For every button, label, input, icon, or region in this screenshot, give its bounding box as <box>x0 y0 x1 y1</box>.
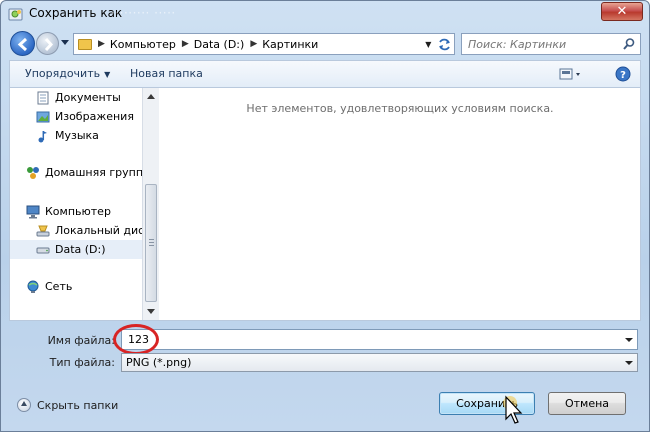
breadcrumb-pictures-folder[interactable]: ▶ Картинки <box>244 38 318 51</box>
command-toolbar: Упорядочить ▼ Новая папка ? <box>9 60 641 87</box>
file-list[interactable]: Нет элементов, удовлетворяющих условиям … <box>160 88 640 320</box>
search-box[interactable] <box>461 33 641 55</box>
svg-text:?: ? <box>620 70 626 81</box>
local-disk-icon <box>36 225 50 236</box>
filename-label: Имя файла: <box>47 334 115 347</box>
search-input[interactable] <box>466 35 616 53</box>
network-icon <box>27 280 39 293</box>
nav-item-network[interactable]: Сеть <box>10 277 142 296</box>
title-bar: Сохранить как ········· ····· ✕ <box>1 1 649 27</box>
refresh-icon[interactable] <box>438 38 451 51</box>
filetype-value: PNG (*.png) <box>126 356 192 369</box>
documents-icon <box>37 91 49 104</box>
window-title: Сохранить как <box>29 6 123 20</box>
scroll-down-icon[interactable] <box>147 309 155 314</box>
nav-item-data-drive[interactable]: Data (D:) <box>10 240 142 259</box>
scroll-up-icon[interactable] <box>147 94 155 99</box>
nav-item-music[interactable]: Музыка <box>10 126 142 145</box>
help-icon[interactable]: ? <box>615 66 631 82</box>
grip-icon <box>149 239 154 247</box>
hide-folders-toggle[interactable]: Скрыть папки <box>17 398 118 412</box>
nav-item-pictures[interactable]: Изображения <box>10 107 142 126</box>
back-arrow-icon <box>17 37 28 52</box>
highlight-circle-annotation <box>113 324 159 355</box>
new-folder-button[interactable]: Новая папка <box>130 67 203 80</box>
address-dropdown-icon[interactable]: ▼ <box>425 40 431 49</box>
hide-folders-label: Скрыть папки <box>37 398 119 412</box>
chevron-down-icon[interactable] <box>625 361 633 365</box>
filetype-select[interactable]: PNG (*.png) <box>121 353 638 372</box>
drive-icon <box>36 247 50 253</box>
chevron-right-icon[interactable]: ▶ <box>250 39 257 49</box>
collapse-icon <box>17 398 31 412</box>
filetype-label: Тип файла: <box>49 356 115 369</box>
forward-button[interactable] <box>36 32 59 55</box>
folder-icon <box>78 38 92 50</box>
chevron-right-icon[interactable]: ▶ <box>98 39 105 49</box>
chevron-down-icon[interactable] <box>625 338 633 342</box>
nav-item-documents[interactable]: Документы <box>10 88 142 107</box>
filename-combobox[interactable] <box>121 329 638 350</box>
breadcrumb-computer[interactable]: ▶ Компьютер <box>92 38 176 51</box>
cancel-button[interactable]: Отмена <box>548 392 626 415</box>
recent-pages-dropdown[interactable] <box>61 40 69 45</box>
save-as-dialog: Сохранить как ········· ····· ✕ ▶ Компью… <box>0 0 650 432</box>
homegroup-icon <box>27 166 39 179</box>
pictures-icon <box>36 111 50 122</box>
computer-icon <box>26 205 40 218</box>
nav-item-computer[interactable]: Компьютер <box>10 202 142 221</box>
breadcrumb-drive[interactable]: ▶ Data (D:) <box>176 38 244 51</box>
close-button[interactable]: ✕ <box>601 2 643 21</box>
filename-input[interactable] <box>126 331 606 348</box>
back-button[interactable] <box>10 31 35 56</box>
window-title-ghost: ········· ····· <box>111 6 176 20</box>
chevron-right-icon[interactable]: ▶ <box>182 39 189 49</box>
empty-message: Нет элементов, удовлетворяющих условиям … <box>246 102 554 115</box>
content-area: Документы Изображения Музыка Домашняя гр… <box>9 87 641 321</box>
organize-menu[interactable]: Упорядочить ▼ <box>25 67 110 80</box>
close-icon: ✕ <box>616 4 628 19</box>
save-as-app-icon <box>8 8 23 21</box>
address-bar[interactable]: ▶ Компьютер ▶ Data (D:) ▶ Картинки ▼ <box>73 33 455 55</box>
nav-pane-scrollbar[interactable] <box>142 88 159 320</box>
nav-item-homegroup[interactable]: Домашняя группа <box>10 163 142 182</box>
view-options-icon[interactable] <box>559 68 583 81</box>
music-icon <box>38 130 47 142</box>
forward-arrow-icon <box>44 37 54 52</box>
navigation-pane: Документы Изображения Музыка Домашняя гр… <box>10 88 142 320</box>
search-icon[interactable] <box>622 37 636 51</box>
nav-item-local-disk[interactable]: Локальный диск <box>10 221 142 240</box>
scrollbar-thumb[interactable] <box>145 184 157 302</box>
mouse-cursor-icon <box>503 395 523 424</box>
chevron-down-icon: ▼ <box>104 70 111 79</box>
